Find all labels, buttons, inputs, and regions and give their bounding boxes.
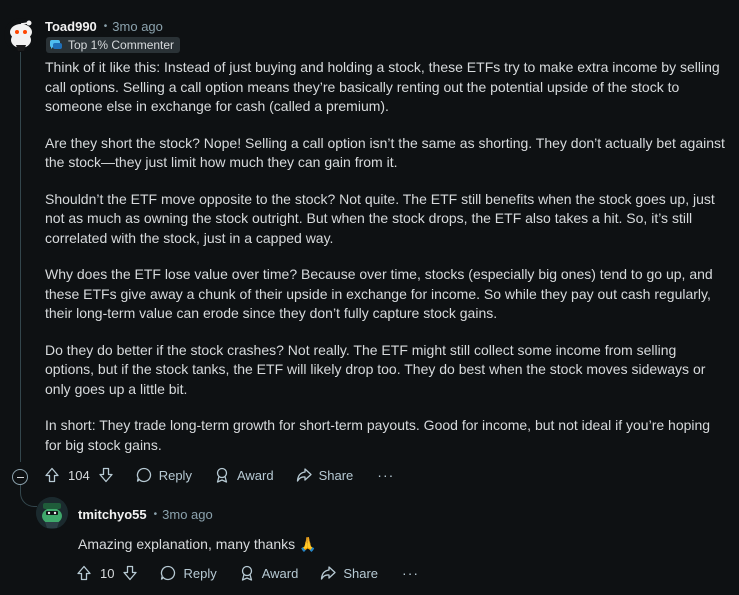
upvote-icon[interactable] xyxy=(44,467,60,483)
vote-count: 10 xyxy=(100,565,115,581)
avatar-toad990[interactable] xyxy=(4,18,38,52)
comment-bubbles-icon xyxy=(50,40,62,49)
award-icon xyxy=(216,467,228,483)
comment-paragraph: Think of it like this: Instead of just b… xyxy=(45,59,720,114)
comment-paragraph: Do they do better if the stock crashes? … xyxy=(45,341,706,397)
comment-icon xyxy=(161,565,176,581)
reply-action-bar: 10 Reply Award Share ··· xyxy=(76,565,419,581)
comment-paragraph: In short: They trade long-term growth fo… xyxy=(45,417,711,453)
flair-label: Top 1% Commenter xyxy=(68,38,175,52)
award-button[interactable]: Award xyxy=(239,565,299,581)
reply-body: Amazing explanation, many thanks 🙏 xyxy=(78,536,317,552)
reply-label: Reply xyxy=(183,565,217,581)
downvote-icon[interactable] xyxy=(98,467,114,483)
award-label: Award xyxy=(261,565,299,581)
share-icon xyxy=(321,566,336,580)
share-icon xyxy=(296,468,312,482)
minus-icon xyxy=(16,476,24,478)
award-label: Award xyxy=(236,467,274,483)
meta-separator: • xyxy=(153,509,158,520)
comment-icon xyxy=(136,467,151,483)
thread-line xyxy=(20,52,21,462)
avatar-tmitchyo55[interactable] xyxy=(36,497,68,529)
reply-author[interactable]: tmitchyo55 xyxy=(78,507,147,522)
meta-separator: • xyxy=(103,21,108,32)
reply-timestamp[interactable]: 3mo ago xyxy=(162,507,213,522)
share-button[interactable]: Share xyxy=(296,467,354,483)
award-icon xyxy=(241,565,252,581)
comment-timestamp[interactable]: 3mo ago xyxy=(112,19,163,34)
downvote-icon[interactable] xyxy=(122,565,138,581)
more-options-button[interactable]: ··· xyxy=(377,467,394,483)
share-button[interactable]: Share xyxy=(320,565,378,581)
collapse-thread-button[interactable] xyxy=(12,469,28,485)
comment-author[interactable]: Toad990 xyxy=(45,19,97,34)
user-flair: Top 1% Commenter xyxy=(46,37,181,53)
reply-label: Reply xyxy=(158,467,192,483)
more-options-button[interactable]: ··· xyxy=(402,565,419,581)
snoo-avatar-icon xyxy=(4,18,38,52)
share-label: Share xyxy=(343,565,379,581)
comment-paragraph: Shouldn’t the ETF move opposite to the s… xyxy=(45,190,715,246)
comment-action-bar: 104 Reply Award Share ··· xyxy=(44,467,394,483)
reply-button[interactable]: Reply xyxy=(136,467,192,483)
upvote-icon[interactable] xyxy=(76,565,92,581)
snoo-avatar-icon xyxy=(36,497,68,529)
reply-button[interactable]: Reply xyxy=(160,565,217,581)
award-button[interactable]: Award xyxy=(214,467,274,483)
comment-paragraph: Why does the ETF lose value over time? B… xyxy=(45,266,713,321)
share-label: Share xyxy=(318,467,354,483)
vote-count: 104 xyxy=(68,467,90,483)
comment-paragraph: Are they short the stock? Nope! Selling … xyxy=(45,134,725,171)
comment-body: Think of it like this: Instead of just b… xyxy=(45,58,725,472)
